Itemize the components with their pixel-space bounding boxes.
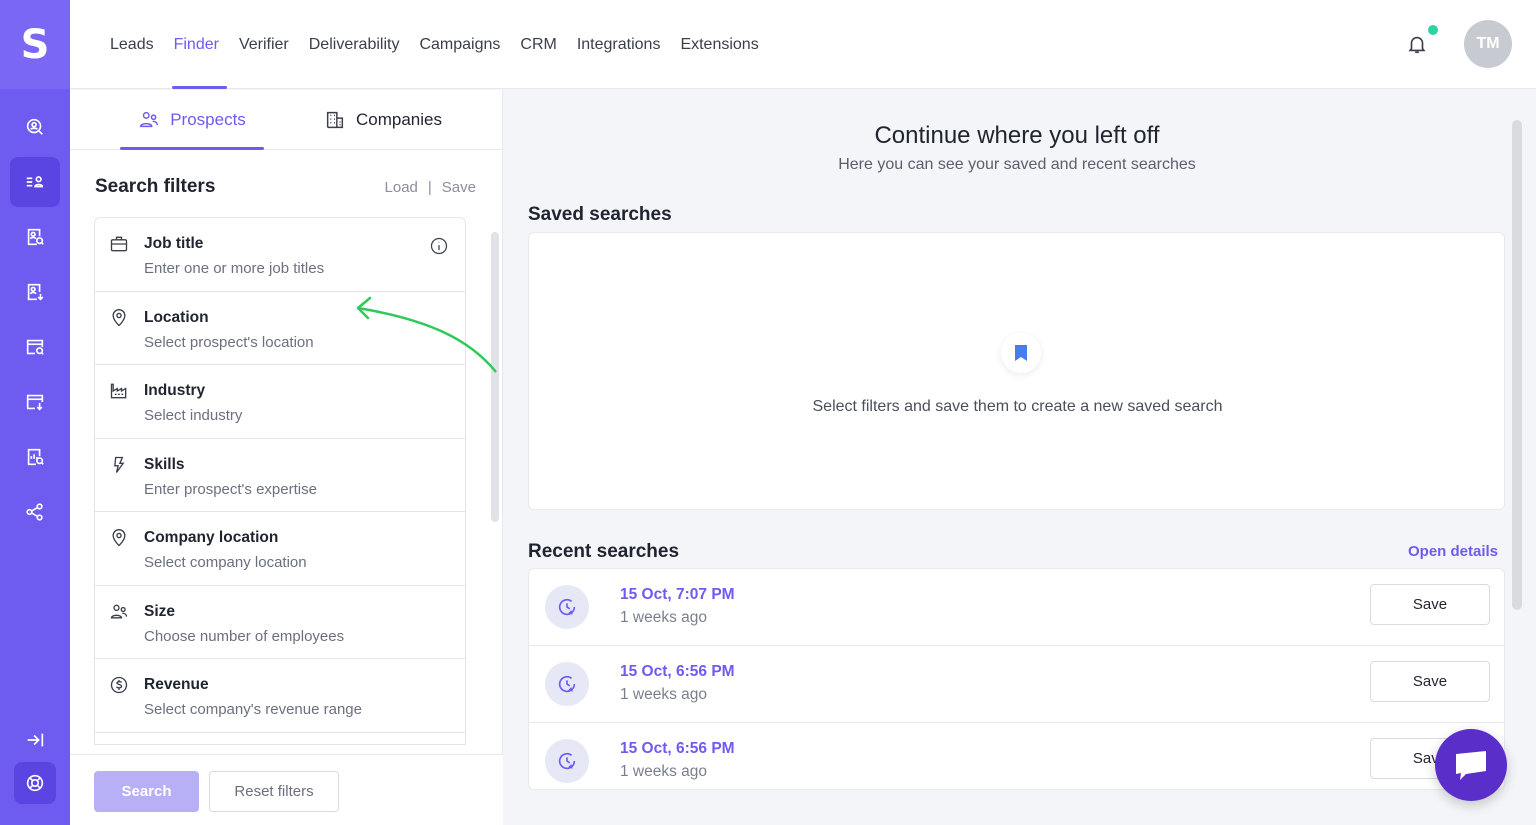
filter-name: Size	[144, 602, 176, 620]
briefcase-icon	[109, 234, 129, 254]
filter-job-title[interactable]: Job title Enter one or more job titles	[95, 218, 465, 292]
clock-history-icon	[545, 662, 589, 706]
info-icon[interactable]	[429, 236, 449, 256]
filter-name: Industry	[144, 382, 206, 399]
saved-searches-box: Select filters and save them to create a…	[528, 232, 1505, 510]
filter-name: Skills	[144, 455, 185, 473]
app-logo[interactable]: S	[0, 0, 70, 89]
support-lifebuoy-icon[interactable]	[14, 762, 56, 804]
save-link[interactable]: Save	[442, 179, 476, 196]
people-icon	[109, 602, 129, 622]
recent-date: 15 Oct, 6:56 PM	[620, 663, 735, 680]
nav-verifier[interactable]: Verifier	[229, 0, 299, 89]
recent-search-row[interactable]: 15 Oct, 6:56 PM 1 weeks ago Save	[529, 646, 1504, 723]
filter-placeholder: Choose number of employees	[144, 627, 345, 645]
main-nav: Leads Finder Verifier Deliverability Cam…	[100, 0, 769, 89]
recent-search-row[interactable]: 15 Oct, 6:56 PM 1 weeks ago Save	[529, 723, 1504, 789]
tab-companies-label: Companies	[356, 110, 442, 129]
nav-integrations[interactable]: Integrations	[567, 0, 671, 89]
filter-company-location[interactable]: Company location Select company location	[95, 512, 465, 586]
page-subtitle: Here you can see your saved and recent s…	[838, 156, 1196, 173]
nav-leads[interactable]: Leads	[100, 0, 164, 89]
list-user-icon[interactable]	[10, 157, 60, 207]
filter-actions: Load | Save	[385, 179, 476, 196]
avatar[interactable]: TM	[1464, 20, 1512, 68]
recent-searches-title: Recent searches	[528, 541, 680, 562]
filter-placeholder: Select industry	[144, 407, 243, 424]
logo-letter: S	[20, 21, 50, 68]
recent-search-row[interactable]: 15 Oct, 7:07 PM 1 weeks ago Save	[529, 569, 1504, 646]
recent-ago: 1 weeks ago	[620, 763, 708, 780]
load-link[interactable]: Load	[385, 179, 418, 196]
top-bar: Leads Finder Verifier Deliverability Cam…	[70, 0, 1536, 89]
window-search-icon[interactable]	[10, 322, 60, 372]
main-scrollbar-thumb[interactable]	[1512, 120, 1522, 610]
tab-prospects[interactable]: Prospects	[120, 90, 264, 150]
clock-history-icon	[545, 585, 589, 629]
finder-tabs: Prospects Companies	[70, 90, 503, 150]
filter-actions-bar: Search Reset filters	[70, 754, 503, 825]
recent-searches-list: 15 Oct, 7:07 PM 1 weeks ago Save 15 Oct,…	[528, 568, 1505, 790]
nav-deliverability[interactable]: Deliverability	[299, 0, 410, 89]
recent-date: 15 Oct, 6:56 PM	[620, 740, 735, 757]
chat-icon[interactable]	[1435, 729, 1507, 801]
tab-companies[interactable]: Companies	[324, 90, 442, 150]
green-arrow-annotation	[356, 296, 497, 373]
dollar-circle-icon	[109, 675, 129, 695]
save-search-button[interactable]: Save	[1370, 661, 1490, 702]
nav-campaigns[interactable]: Campaigns	[409, 0, 510, 89]
report-search-icon[interactable]	[10, 432, 60, 482]
separator: |	[427, 179, 432, 196]
search-user-icon[interactable]	[10, 102, 60, 152]
search-button[interactable]: Search	[94, 771, 199, 812]
saved-searches-title: Saved searches	[528, 204, 672, 225]
filter-revenue[interactable]: Revenue Select company's revenue range	[95, 659, 465, 733]
notification-dot	[1426, 23, 1440, 37]
filter-size[interactable]: Size Choose number of employees	[95, 586, 465, 659]
filter-name: Revenue	[144, 676, 209, 693]
filter-panel: Prospects Companies Search filters Load …	[70, 90, 503, 825]
filter-skills[interactable]: Skills Enter prospect's expertise	[95, 439, 465, 512]
window-download-icon[interactable]	[10, 377, 60, 427]
filter-name: Job title	[144, 235, 204, 252]
doc-download-icon[interactable]	[10, 267, 60, 317]
lightning-icon	[109, 455, 129, 475]
clock-history-icon	[545, 739, 589, 783]
recent-ago: 1 weeks ago	[620, 686, 708, 703]
nav-extensions[interactable]: Extensions	[670, 0, 768, 89]
filter-placeholder: Select company's revenue range	[144, 701, 362, 718]
filter-placeholder: Enter one or more job titles	[144, 260, 325, 277]
filter-name: Company location	[144, 529, 279, 546]
reset-filters-button[interactable]: Reset filters	[209, 771, 339, 812]
location-pin-icon	[109, 528, 129, 548]
location-pin-icon	[109, 308, 129, 328]
doc-search-icon[interactable]	[10, 212, 60, 262]
building-icon	[326, 111, 344, 129]
open-details-link[interactable]: Open details	[1408, 543, 1498, 560]
filter-placeholder: Enter prospect's expertise	[144, 480, 317, 498]
tab-prospects-label: Prospects	[170, 110, 246, 129]
share-nodes-icon[interactable]	[10, 487, 60, 537]
main-content: Continue where you left off Here you can…	[504, 90, 1536, 825]
left-rail: S	[0, 0, 70, 825]
filter-placeholder: Select company location	[144, 554, 307, 571]
bookmark-icon	[1001, 333, 1041, 373]
recent-ago: 1 weeks ago	[620, 609, 708, 626]
filter-name: Location	[144, 308, 209, 326]
save-search-button[interactable]: Save	[1370, 584, 1490, 625]
search-filters-title: Search filters	[95, 176, 216, 197]
nav-finder[interactable]: Finder	[164, 0, 229, 89]
page-title: Continue where you left off	[874, 122, 1160, 149]
collapse-arrow-icon[interactable]	[10, 715, 60, 765]
saved-empty-message: Select filters and save them to create a…	[812, 398, 1223, 415]
filter-placeholder: Select prospect's location	[144, 333, 314, 351]
recent-date: 15 Oct, 7:07 PM	[620, 586, 735, 603]
factory-icon	[109, 381, 129, 401]
main-scrollbar[interactable]	[1512, 120, 1522, 820]
nav-crm[interactable]: CRM	[510, 0, 566, 89]
bell-icon[interactable]	[1406, 32, 1428, 56]
people-icon	[140, 111, 159, 128]
